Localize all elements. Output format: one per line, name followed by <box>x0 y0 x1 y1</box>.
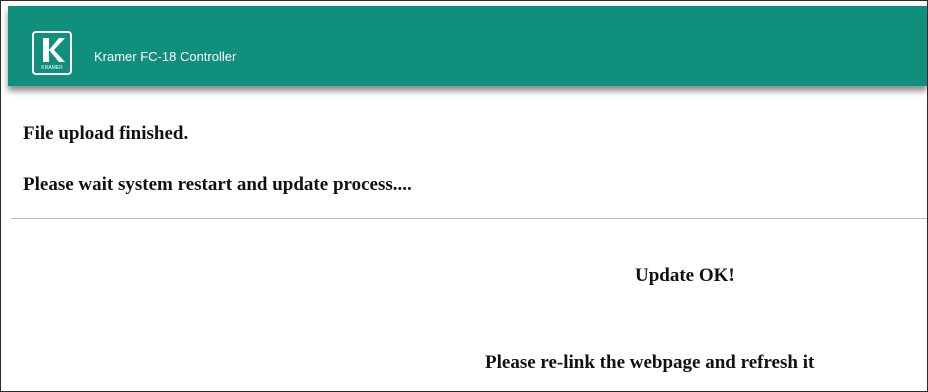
relink-instruction-message: Please re-link the webpage and refresh i… <box>485 352 815 373</box>
svg-text:KRAMER: KRAMER <box>41 65 63 71</box>
header-bar: KRAMER Kramer FC-18 Controller <box>8 6 927 86</box>
upload-finished-message: File upload finished. <box>23 123 189 144</box>
update-status-message: Update OK! <box>635 265 735 286</box>
app-title: Kramer FC-18 Controller <box>94 49 237 64</box>
kramer-logo-icon: KRAMER <box>32 31 72 75</box>
wait-restart-message: Please wait system restart and update pr… <box>23 174 412 195</box>
divider <box>11 218 927 219</box>
browser-page: KRAMER Kramer FC-18 Controller File uplo… <box>0 0 928 392</box>
